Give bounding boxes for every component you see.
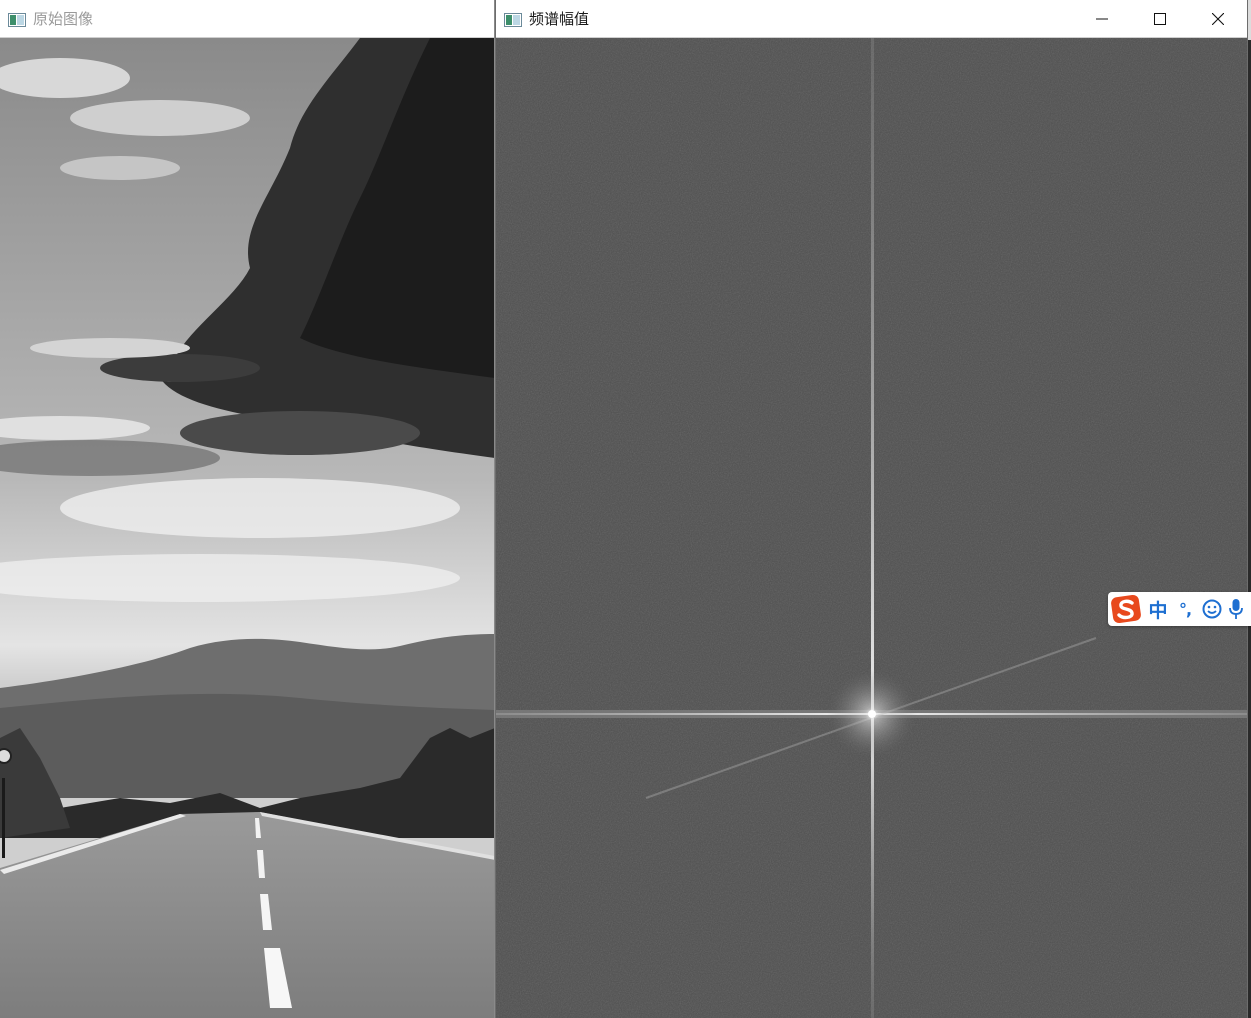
original-image-canvas [0,38,494,1018]
sogou-logo-icon[interactable] [1110,593,1144,625]
original-window-titlebar[interactable]: 原始图像 [0,0,494,38]
ime-toolbar[interactable]: 中 °, [1108,592,1251,626]
close-icon [1212,13,1224,25]
minimize-icon [1096,18,1108,20]
spectrum-window[interactable]: 频谱幅值 [495,0,1248,1018]
smiley-icon[interactable] [1198,599,1226,619]
microphone-icon[interactable] [1226,598,1246,620]
ime-punctuation-toggle[interactable]: °, [1172,600,1198,619]
window-app-icon [8,12,26,27]
window-controls [1073,0,1247,38]
maximize-icon [1154,13,1166,25]
ime-mode-toggle[interactable]: 中 [1144,596,1172,623]
maximize-button[interactable] [1131,0,1189,38]
close-button[interactable] [1189,0,1247,38]
minimize-button[interactable] [1073,0,1131,38]
spectrum-window-title: 频谱幅值 [529,9,590,28]
window-app-icon [504,12,522,27]
spectrum-window-titlebar[interactable]: 频谱幅值 [496,0,1247,38]
original-window-title: 原始图像 [33,9,94,28]
spectrum-image-canvas [496,38,1247,1018]
original-image-window[interactable]: 原始图像 [0,0,495,1018]
